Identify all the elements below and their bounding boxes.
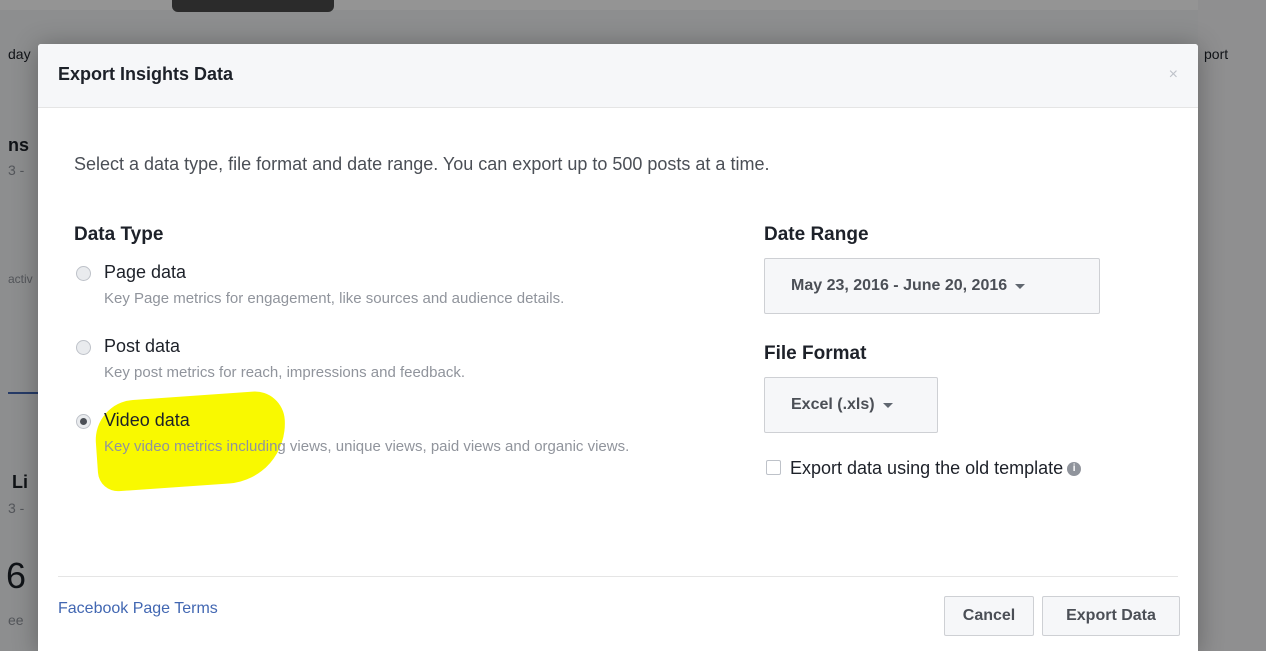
chevron-down-icon [1015, 283, 1026, 289]
radio-label[interactable]: Video data [104, 410, 190, 431]
close-icon[interactable]: × [1169, 66, 1178, 84]
radio-label[interactable]: Post data [104, 336, 180, 357]
radio-button[interactable] [76, 266, 91, 281]
date-range-dropdown[interactable]: May 23, 2016 - June 20, 2016 [764, 258, 1100, 314]
dialog-title: Export Insights Data [58, 64, 234, 84]
export-insights-dialog: Export Insights Data × Select a data typ… [38, 44, 1198, 651]
radio-label[interactable]: Page data [104, 262, 186, 283]
date-range-heading: Date Range [764, 224, 869, 245]
info-icon[interactable]: i [1067, 462, 1082, 477]
cancel-button[interactable]: Cancel [944, 596, 1034, 636]
radio-button[interactable] [76, 414, 91, 429]
radio-description: Key video metrics including views, uniqu… [104, 438, 630, 455]
old-template-text: Export data using the old template [790, 458, 1064, 478]
export-data-button[interactable]: Export Data [1042, 596, 1180, 636]
dialog-header: Export Insights Data × [38, 44, 1198, 108]
file-format-dropdown[interactable]: Excel (.xls) [764, 377, 938, 433]
file-format-value: Excel (.xls) [791, 396, 875, 413]
radio-description: Key post metrics for reach, impressions … [104, 364, 465, 381]
radio-description: Key Page metrics for engagement, like so… [104, 290, 565, 307]
radio-button[interactable] [76, 340, 91, 355]
intro-text: Select a data type, file format and date… [74, 154, 770, 174]
old-template-label[interactable]: Export data using the old template i [790, 458, 1082, 479]
footer-divider [58, 576, 1178, 577]
old-template-checkbox[interactable] [766, 460, 781, 475]
file-format-heading: File Format [764, 343, 867, 364]
chevron-down-icon [882, 402, 893, 408]
page-terms-link[interactable]: Facebook Page Terms [58, 600, 218, 618]
date-range-value: May 23, 2016 - June 20, 2016 [791, 277, 1008, 294]
data-type-heading: Data Type [74, 224, 164, 245]
